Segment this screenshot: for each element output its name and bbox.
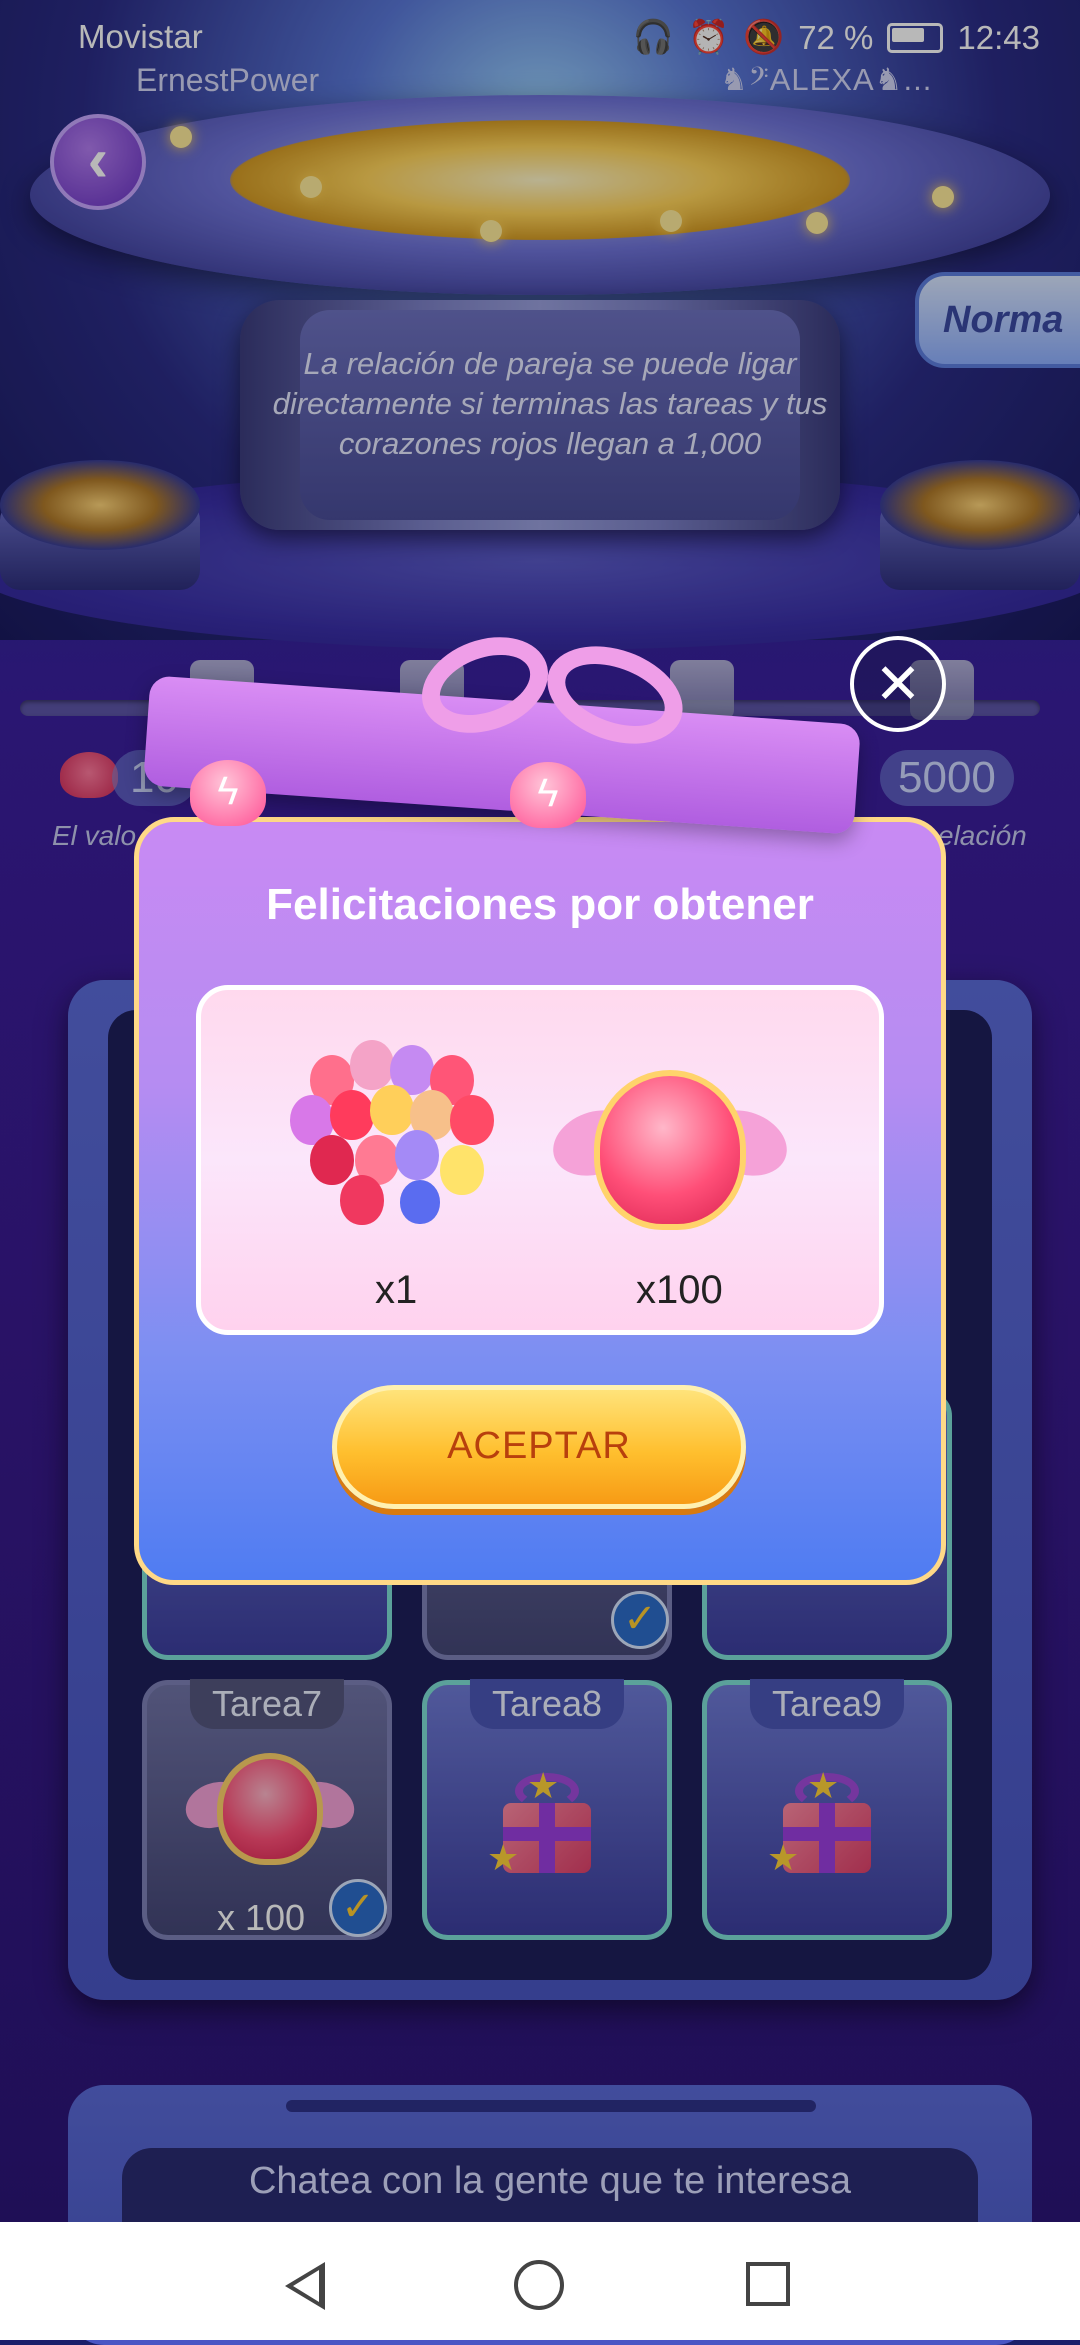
nav-home-icon[interactable] [514,2260,564,2310]
lightning-heart-icon: ϟ [510,762,586,828]
accept-button[interactable]: ACEPTAR [332,1385,746,1509]
reward-quantity-hearts: x100 [636,1268,723,1312]
reward-quantity-balloons: x1 [375,1268,418,1312]
close-button[interactable]: ✕ [850,636,946,732]
nav-recents-icon[interactable] [746,2262,790,2306]
dialog-title: Felicitaciones por obtener [266,880,814,929]
lightning-heart-icon: ϟ [190,760,266,826]
balloons-icon [280,1035,520,1245]
nav-back-icon-inner [293,2270,319,2302]
close-icon: ✕ [874,652,922,715]
winged-heart-icon [543,1060,797,1250]
